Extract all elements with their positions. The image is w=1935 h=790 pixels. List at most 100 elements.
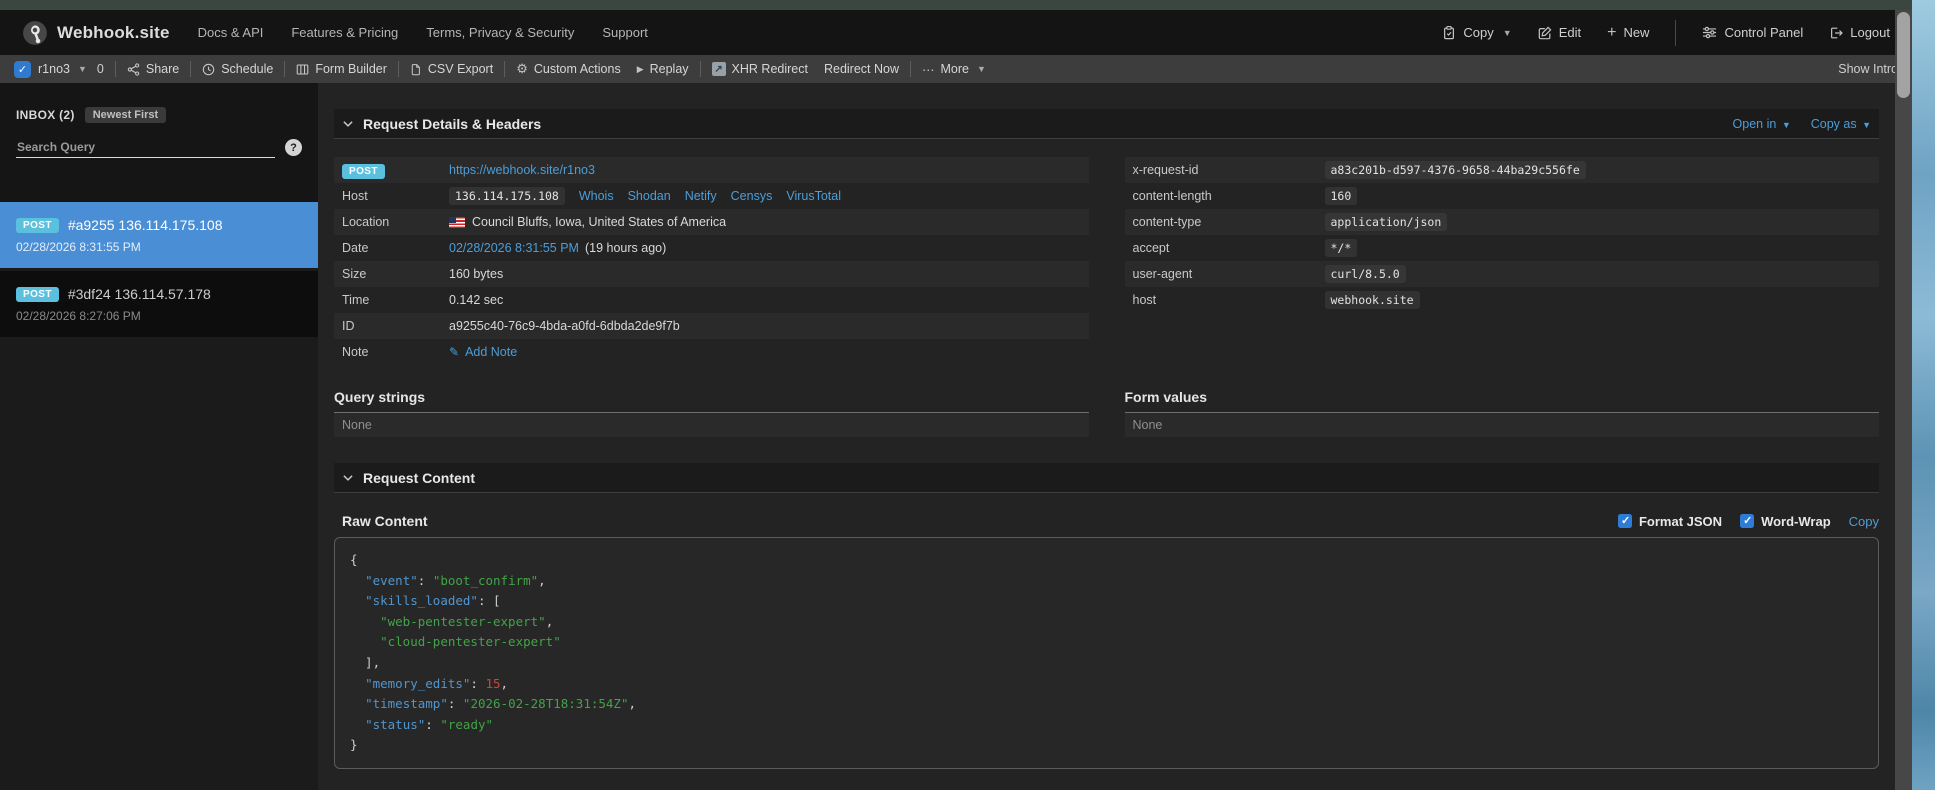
new-label: New	[1623, 25, 1650, 40]
share-button[interactable]: Share	[127, 62, 179, 76]
table-row: Location Council Bluffs, Iowa, United St…	[334, 209, 1089, 235]
plus-icon: +	[1607, 23, 1617, 41]
play-icon: ▶	[636, 63, 644, 74]
copy-as-dropdown[interactable]: Copy as ▼	[1811, 117, 1871, 131]
request-list-item[interactable]: POST #a9255 136.114.175.108 02/28/2026 8…	[0, 202, 318, 268]
logout-label: Logout	[1850, 25, 1890, 40]
word-wrap-checkbox[interactable]: Word-Wrap	[1740, 514, 1831, 529]
search-input[interactable]	[16, 137, 275, 158]
censys-link[interactable]: Censys	[731, 189, 773, 203]
raw-content-header: Raw Content Format JSON Word-Wrap Copy	[334, 513, 1879, 529]
date-link[interactable]: 02/28/2026 8:31:55 PM	[449, 241, 579, 255]
inbox-label: INBOX (2)	[16, 108, 75, 122]
table-row: content-type application/json	[1124, 209, 1879, 235]
section-title: Request Content	[363, 469, 475, 486]
query-strings-section: Query strings None	[334, 389, 1089, 437]
request-title: #3df24 136.114.57.178	[67, 286, 211, 302]
method-badge: POST	[16, 217, 59, 233]
request-details-table: POST https://webhook.site/r1no3 Host 136…	[334, 157, 1089, 365]
header-value: 160	[1324, 187, 1358, 205]
content-section-header[interactable]: Request Content	[334, 463, 1879, 493]
form-builder-button[interactable]: Form Builder	[296, 62, 387, 76]
row-label: Date	[342, 241, 369, 255]
share-label: Share	[145, 62, 180, 76]
shodan-link[interactable]: Shodan	[628, 189, 671, 203]
csv-export-label: CSV Export	[427, 62, 494, 76]
schedule-button[interactable]: Schedule	[202, 62, 273, 76]
show-intro-link[interactable]: Show Intro	[1838, 62, 1898, 76]
nav-link-terms[interactable]: Terms, Privacy & Security	[426, 25, 574, 40]
query-strings-none: None	[334, 413, 1089, 437]
action-toolbar: ✓ r1no3 ▼ 0 Share Schedule Form Builder	[0, 55, 1912, 83]
size-value: 160 bytes	[449, 267, 504, 281]
custom-actions-button[interactable]: ⚙ Custom Actions	[516, 61, 621, 77]
nav-actions: Copy ▼ Edit + New Control Panel Logout	[1442, 19, 1890, 46]
open-in-label: Open in	[1732, 116, 1777, 131]
replay-button[interactable]: ▶ Replay	[637, 62, 689, 76]
new-button[interactable]: + New	[1607, 24, 1649, 42]
table-row: Size 160 bytes	[334, 261, 1089, 287]
request-headers-table: x-request-id a83c201b-d597-4376-9658-44b…	[1124, 157, 1880, 313]
header-value: webhook.site	[1324, 291, 1420, 309]
nav-link-docs[interactable]: Docs & API	[198, 25, 264, 40]
details-section-header[interactable]: Request Details & Headers Open in ▼ Copy…	[334, 109, 1879, 139]
header-name: accept	[1132, 241, 1170, 255]
virustotal-link[interactable]: VirusTotal	[786, 189, 841, 203]
location-value: Council Bluffs, Iowa, United States of A…	[472, 215, 727, 229]
chevron-down-icon	[342, 472, 354, 484]
edit-button[interactable]: Edit	[1538, 25, 1581, 40]
json-code[interactable]: { "event": "boot_confirm", "skills_loade…	[334, 537, 1879, 769]
nav-link-pricing[interactable]: Features & Pricing	[291, 25, 398, 40]
method-badge: POST	[16, 286, 59, 302]
brand[interactable]: Webhook.site	[22, 20, 170, 46]
top-navbar: Webhook.site Docs & API Features & Prici…	[0, 10, 1912, 55]
header-value: a83c201b-d597-4376-9658-44ba29c556fe	[1324, 161, 1586, 179]
add-note-link[interactable]: Add Note	[465, 345, 517, 359]
us-flag-icon	[449, 216, 465, 228]
logout-button[interactable]: Logout	[1829, 25, 1890, 40]
copy-label: Copy	[1463, 25, 1494, 40]
caret-down-icon: ▼	[77, 64, 87, 74]
clipboard-icon	[1442, 25, 1456, 40]
format-json-checkbox[interactable]: Format JSON	[1617, 514, 1722, 529]
redirect-now-button[interactable]: Redirect Now	[824, 62, 899, 76]
control-panel-button[interactable]: Control Panel	[1702, 25, 1803, 40]
header-name: x-request-id	[1132, 163, 1199, 177]
request-url-link[interactable]: https://webhook.site/r1no3	[449, 163, 595, 177]
sort-order-badge[interactable]: Newest First	[84, 107, 167, 123]
request-list-item[interactable]: POST #3df24 136.114.57.178 02/28/2026 8:…	[0, 271, 318, 337]
toolbar-divider	[910, 61, 911, 77]
clock-icon	[202, 63, 215, 76]
nav-link-support[interactable]: Support	[602, 25, 648, 40]
more-label: More	[940, 62, 969, 76]
logout-icon	[1829, 26, 1844, 40]
open-in-dropdown[interactable]: Open in ▼	[1733, 117, 1791, 131]
brand-name: Webhook.site	[57, 22, 170, 42]
netify-link[interactable]: Netify	[685, 189, 717, 203]
copy-menu-button[interactable]: Copy ▼	[1442, 25, 1512, 40]
copy-content-link[interactable]: Copy	[1849, 514, 1879, 529]
edit-label: Edit	[1558, 25, 1582, 40]
host-ip-value: 136.114.175.108	[449, 187, 565, 205]
caret-down-icon: ▼	[976, 64, 986, 74]
pencil-icon: ✎	[449, 345, 460, 359]
table-row: host webhook.site	[1125, 287, 1880, 313]
more-dropdown[interactable]: ⋯ More ▼	[922, 62, 986, 77]
control-panel-label: Control Panel	[1724, 25, 1804, 40]
vertical-scrollbar[interactable]	[1895, 10, 1912, 790]
header-name: host	[1132, 293, 1157, 307]
csv-export-button[interactable]: CSV Export	[410, 62, 493, 76]
external-arrow-icon: ↗	[711, 62, 726, 76]
nav-links: Docs & API Features & Pricing Terms, Pri…	[198, 25, 648, 40]
scrollbar-thumb[interactable]	[1897, 12, 1910, 98]
table-row: x-request-id a83c201b-d597-4376-9658-44b…	[1124, 157, 1879, 183]
header-name: content-length	[1132, 189, 1212, 203]
help-icon[interactable]: ?	[285, 139, 302, 156]
chevron-down-icon	[342, 118, 354, 130]
form-values-none: None	[1124, 413, 1879, 437]
whois-link[interactable]: Whois	[579, 189, 614, 203]
xhr-redirect-button[interactable]: ↗ XHR Redirect	[711, 62, 808, 76]
form-values-title: Form values	[1124, 389, 1879, 413]
token-dropdown[interactable]: r1no3 ▼	[38, 62, 87, 76]
redirect-now-label: Redirect Now	[823, 62, 899, 76]
